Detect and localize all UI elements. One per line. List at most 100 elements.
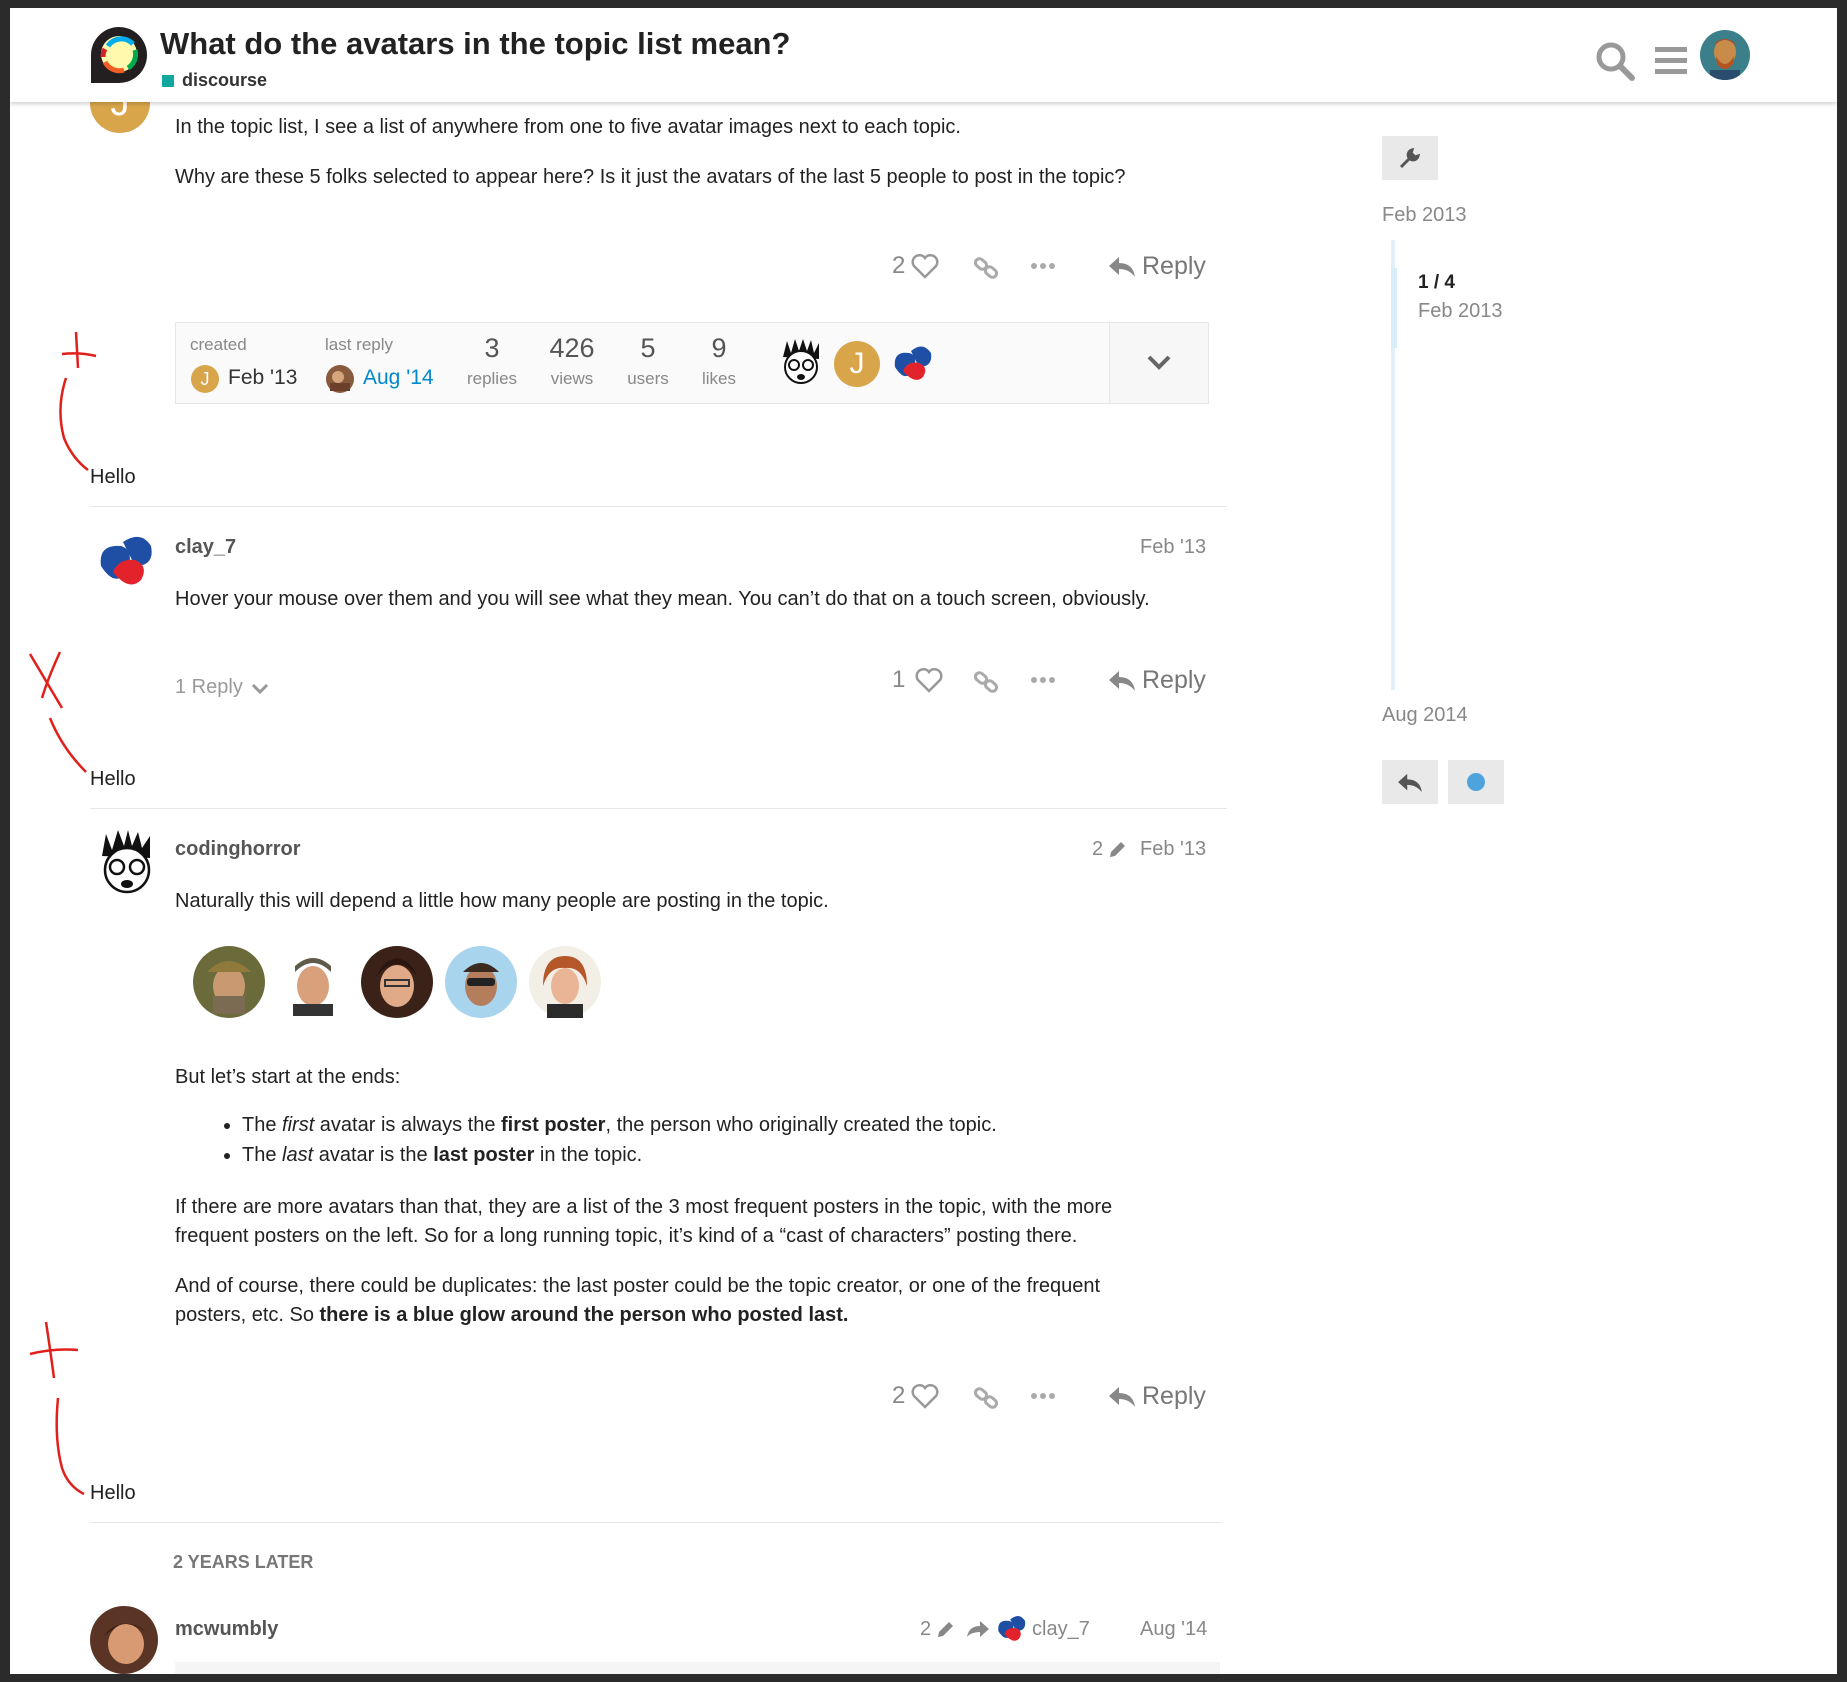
- edit-count: 2: [920, 1618, 932, 1640]
- participant-avatar-j[interactable]: J: [834, 341, 880, 387]
- participant-avatar-codinghorror[interactable]: [779, 339, 823, 387]
- pencil-icon: [1110, 841, 1126, 857]
- post3-username[interactable]: codinghorror: [175, 838, 301, 861]
- views-label: views: [550, 369, 594, 388]
- users-count: 5: [640, 333, 656, 363]
- reply-label: Reply: [1142, 666, 1206, 694]
- post3-paragraph: If there are more avatars than that, the…: [175, 1196, 1113, 1218]
- post2-username[interactable]: clay_7: [175, 536, 236, 559]
- handwritten-plus-annotation: [59, 331, 97, 471]
- example-avatar-2: [277, 946, 349, 1018]
- example-avatar-5: [529, 946, 601, 1018]
- reply-arrow-icon: [1109, 1386, 1135, 1407]
- post3-bullet-list: The first avatar is always the first pos…: [220, 1110, 997, 1170]
- hello-annotation: Hello: [90, 768, 136, 790]
- post4-username[interactable]: mcwumbly: [175, 1618, 278, 1641]
- replies-toggle-label: 1 Reply: [175, 676, 243, 698]
- hamburger-menu-icon[interactable]: [1650, 40, 1692, 82]
- post4-body-preview: [175, 1662, 1220, 1674]
- example-avatar-1: [193, 946, 265, 1018]
- topic-summary-map: created J Feb '13 last reply Aug '14 3 r…: [175, 322, 1209, 404]
- example-avatar-3: [361, 946, 433, 1018]
- like-count: 2: [892, 252, 906, 279]
- post3-start-text: But let’s start at the ends:: [175, 1066, 401, 1088]
- timeline-end-date[interactable]: Aug 2014: [1382, 704, 1468, 727]
- post3-reply-button[interactable]: Reply: [1108, 1382, 1206, 1411]
- summary-expand-button[interactable]: [1109, 323, 1208, 403]
- like-count: 1: [892, 666, 906, 693]
- post1-paragraph: Why are these 5 folks selected to appear…: [175, 166, 1126, 188]
- post4-author-avatar[interactable]: [90, 1606, 158, 1674]
- post-divider: [90, 1522, 1222, 1523]
- views-count: 426: [549, 333, 595, 363]
- link-icon[interactable]: [972, 254, 1000, 282]
- heart-icon: [911, 253, 939, 279]
- reply-arrow-icon: [1109, 256, 1135, 277]
- participant-avatar-clay7[interactable]: [889, 341, 935, 387]
- search-icon[interactable]: [1594, 40, 1636, 82]
- more-options-icon[interactable]: [1030, 260, 1056, 272]
- pencil-icon: [938, 1621, 954, 1637]
- current-user-avatar[interactable]: [1700, 30, 1750, 80]
- post2-reply-button[interactable]: Reply: [1108, 666, 1206, 695]
- timeline-start-date[interactable]: Feb 2013: [1382, 204, 1467, 227]
- likes-label: likes: [701, 369, 736, 388]
- timeline-reply-button[interactable]: [1382, 760, 1438, 804]
- link-icon[interactable]: [972, 668, 1000, 696]
- users-label: users: [627, 369, 669, 388]
- tracking-dot-icon: [1467, 773, 1485, 791]
- post3-author-avatar[interactable]: [98, 830, 156, 898]
- post2-like-button[interactable]: 1: [892, 666, 943, 694]
- created-label: created: [190, 335, 247, 354]
- post-divider: [90, 808, 1227, 809]
- post3-like-button[interactable]: 2: [892, 1382, 939, 1410]
- post2-date[interactable]: Feb '13: [1140, 536, 1206, 559]
- post3-edit-history[interactable]: 2: [1092, 838, 1127, 861]
- post2-replies-toggle[interactable]: 1 Reply: [175, 676, 269, 699]
- post4-reply-to-tab[interactable]: clay_7: [966, 1612, 1090, 1646]
- post3-paragraph: And of course, there could be duplicates…: [175, 1275, 1101, 1297]
- discourse-logo[interactable]: [88, 24, 150, 86]
- link-icon[interactable]: [972, 1384, 1000, 1412]
- reply-arrow-icon: [1109, 670, 1135, 691]
- more-options-icon[interactable]: [1030, 674, 1056, 686]
- timeline-handle[interactable]: [1391, 268, 1397, 348]
- reply-label: Reply: [1142, 252, 1206, 280]
- post4-date[interactable]: Aug '14: [1140, 1618, 1207, 1641]
- timeline-position: 1 / 4: [1418, 272, 1455, 293]
- page: What do the avatars in the topic list me…: [10, 8, 1837, 1674]
- post1-reply-button[interactable]: Reply: [1108, 252, 1206, 281]
- post3-paragraph: posters, etc. So there is a blue glow ar…: [175, 1304, 849, 1326]
- last-reply-date[interactable]: Aug '14: [363, 366, 434, 390]
- post3-date[interactable]: Feb '13: [1140, 838, 1206, 861]
- like-count: 2: [892, 1382, 906, 1409]
- replies-label: replies: [466, 369, 518, 388]
- replies-count: 3: [484, 333, 500, 363]
- admin-wrench-button[interactable]: [1382, 136, 1438, 180]
- example-avatar-4: [445, 946, 517, 1018]
- post-divider: [90, 506, 1227, 507]
- wrench-icon: [1399, 147, 1421, 169]
- hello-annotation: Hello: [90, 1482, 136, 1504]
- post3-intro: Naturally this will depend a little how …: [175, 890, 829, 912]
- reply-to-avatar: [998, 1616, 1026, 1641]
- handwritten-x-annotation: [28, 651, 87, 773]
- post1-paragraph: In the topic list, I see a list of anywh…: [175, 116, 961, 138]
- chevron-down-icon: [1147, 355, 1171, 370]
- list-item: The last avatar is the last poster in th…: [242, 1140, 997, 1170]
- created-avatar[interactable]: J: [191, 365, 219, 393]
- edit-count: 2: [1092, 838, 1104, 860]
- post1-like-button[interactable]: 2: [892, 252, 939, 280]
- avatar-row-example-image: [193, 946, 601, 1018]
- reply-label: Reply: [1142, 1382, 1206, 1410]
- post2-author-avatar[interactable]: [93, 530, 157, 594]
- reply-arrow-icon: [1398, 773, 1422, 793]
- timeline-position-date: Feb 2013: [1418, 300, 1503, 322]
- category-badge[interactable]: discourse: [162, 70, 267, 91]
- post4-edit-history[interactable]: 2: [920, 1618, 955, 1641]
- topic-title[interactable]: What do the avatars in the topic list me…: [160, 26, 790, 62]
- time-gap-label: 2 YEARS LATER: [173, 1552, 314, 1572]
- notification-tracking-button[interactable]: [1448, 760, 1504, 804]
- last-reply-avatar[interactable]: [326, 365, 354, 393]
- more-options-icon[interactable]: [1030, 1390, 1056, 1402]
